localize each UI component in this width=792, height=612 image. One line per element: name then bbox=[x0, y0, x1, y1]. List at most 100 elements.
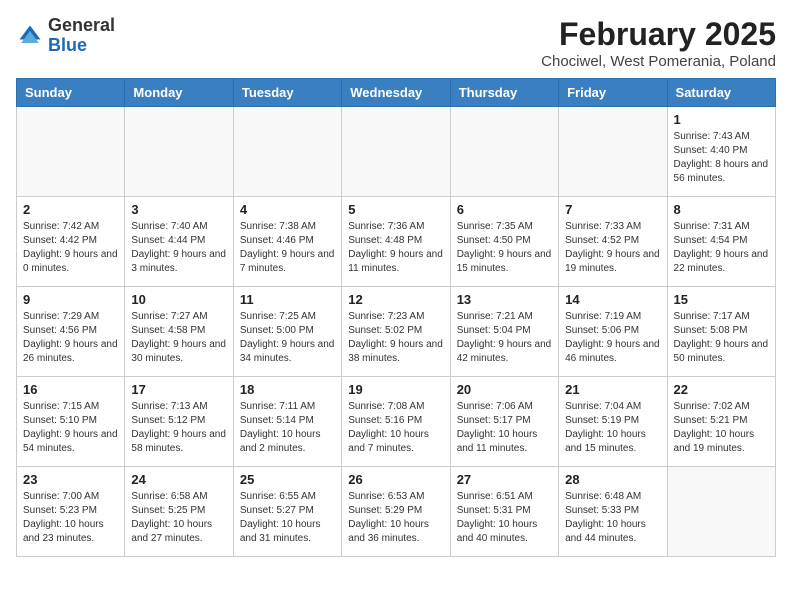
day-info: Sunrise: 6:55 AM Sunset: 5:27 PM Dayligh… bbox=[240, 490, 335, 546]
weekday-header-tuesday: Tuesday bbox=[233, 79, 341, 107]
day-info: Sunrise: 7:31 AM Sunset: 4:54 PM Dayligh… bbox=[674, 220, 769, 276]
day-cell bbox=[17, 107, 125, 197]
day-number: 6 bbox=[457, 202, 552, 217]
day-info: Sunrise: 7:27 AM Sunset: 4:58 PM Dayligh… bbox=[131, 310, 226, 366]
day-number: 23 bbox=[23, 472, 118, 487]
day-number: 3 bbox=[131, 202, 226, 217]
day-cell: 22 Sunrise: 7:02 AM Sunset: 5:21 PM Dayli… bbox=[667, 377, 775, 467]
weekday-header-friday: Friday bbox=[559, 79, 667, 107]
title-block: February 2025 Chociwel, West Pomerania, … bbox=[541, 16, 776, 70]
day-number: 21 bbox=[565, 382, 660, 397]
day-number: 10 bbox=[131, 292, 226, 307]
day-cell: 19 Sunrise: 7:08 AM Sunset: 5:16 PM Dayli… bbox=[342, 377, 450, 467]
day-number: 22 bbox=[674, 382, 769, 397]
week-row-3: 9Sunrise: 7:29 AM Sunset: 4:56 PM Daylig… bbox=[17, 287, 776, 377]
weekday-header-thursday: Thursday bbox=[450, 79, 558, 107]
calendar-table: SundayMondayTuesdayWednesdayThursdayFrid… bbox=[16, 78, 776, 557]
day-cell: 24 Sunrise: 6:58 AM Sunset: 5:25 PM Dayli… bbox=[125, 467, 233, 557]
day-info: Sunrise: 7:04 AM Sunset: 5:19 PM Dayligh… bbox=[565, 400, 660, 456]
day-number: 24 bbox=[131, 472, 226, 487]
day-cell: 28 Sunrise: 6:48 AM Sunset: 5:33 PM Dayli… bbox=[559, 467, 667, 557]
day-info: Sunrise: 7:02 AM Sunset: 5:21 PM Dayligh… bbox=[674, 400, 769, 456]
day-cell: 2 Sunrise: 7:42 AM Sunset: 4:42 PM Daylig… bbox=[17, 197, 125, 287]
day-info: Sunrise: 7:21 AM Sunset: 5:04 PM Dayligh… bbox=[457, 310, 552, 366]
day-cell: 6 Sunrise: 7:35 AM Sunset: 4:50 PM Daylig… bbox=[450, 197, 558, 287]
day-cell: 4 Sunrise: 7:38 AM Sunset: 4:46 PM Daylig… bbox=[233, 197, 341, 287]
day-info: Sunrise: 7:00 AM Sunset: 5:23 PM Dayligh… bbox=[23, 490, 118, 546]
day-number: 14 bbox=[565, 292, 660, 307]
day-cell bbox=[233, 107, 341, 197]
day-info: Sunrise: 7:42 AM Sunset: 4:42 PM Dayligh… bbox=[23, 220, 118, 276]
day-info: Sunrise: 7:13 AM Sunset: 5:12 PM Dayligh… bbox=[131, 400, 226, 456]
day-info: Sunrise: 7:17 AM Sunset: 5:08 PM Dayligh… bbox=[674, 310, 769, 366]
day-cell: 23 Sunrise: 7:00 AM Sunset: 5:23 PM Dayli… bbox=[17, 467, 125, 557]
day-cell: 12 Sunrise: 7:23 AM Sunset: 5:02 PM Dayli… bbox=[342, 287, 450, 377]
day-info: Sunrise: 7:35 AM Sunset: 4:50 PM Dayligh… bbox=[457, 220, 552, 276]
day-cell: 21 Sunrise: 7:04 AM Sunset: 5:19 PM Dayli… bbox=[559, 377, 667, 467]
logo: General Blue bbox=[16, 16, 115, 56]
day-info: Sunrise: 7:29 AM Sunset: 4:56 PM Dayligh… bbox=[23, 310, 118, 366]
day-number: 15 bbox=[674, 292, 769, 307]
day-cell: 16Sunrise: 7:15 AM Sunset: 5:10 PM Dayli… bbox=[17, 377, 125, 467]
day-cell: 14 Sunrise: 7:19 AM Sunset: 5:06 PM Dayli… bbox=[559, 287, 667, 377]
day-info: Sunrise: 7:06 AM Sunset: 5:17 PM Dayligh… bbox=[457, 400, 552, 456]
weekday-header-row: SundayMondayTuesdayWednesdayThursdayFrid… bbox=[17, 79, 776, 107]
day-cell: 17 Sunrise: 7:13 AM Sunset: 5:12 PM Dayli… bbox=[125, 377, 233, 467]
day-info: Sunrise: 6:48 AM Sunset: 5:33 PM Dayligh… bbox=[565, 490, 660, 546]
day-cell bbox=[667, 467, 775, 557]
week-row-1: 1Sunrise: 7:43 AM Sunset: 4:40 PM Daylig… bbox=[17, 107, 776, 197]
weekday-header-wednesday: Wednesday bbox=[342, 79, 450, 107]
day-number: 25 bbox=[240, 472, 335, 487]
day-cell: 26Sunrise: 6:53 AM Sunset: 5:29 PM Dayli… bbox=[342, 467, 450, 557]
day-cell bbox=[125, 107, 233, 197]
day-info: Sunrise: 7:38 AM Sunset: 4:46 PM Dayligh… bbox=[240, 220, 335, 276]
page-header: General Blue February 2025 Chociwel, Wes… bbox=[16, 16, 776, 70]
day-cell: 11 Sunrise: 7:25 AM Sunset: 5:00 PM Dayli… bbox=[233, 287, 341, 377]
day-info: Sunrise: 7:25 AM Sunset: 5:00 PM Dayligh… bbox=[240, 310, 335, 366]
day-info: Sunrise: 7:36 AM Sunset: 4:48 PM Dayligh… bbox=[348, 220, 443, 276]
day-info: Sunrise: 7:15 AM Sunset: 5:10 PM Dayligh… bbox=[23, 400, 118, 456]
day-number: 4 bbox=[240, 202, 335, 217]
day-number: 2 bbox=[23, 202, 118, 217]
day-number: 17 bbox=[131, 382, 226, 397]
day-cell: 25 Sunrise: 6:55 AM Sunset: 5:27 PM Dayli… bbox=[233, 467, 341, 557]
day-cell: 18 Sunrise: 7:11 AM Sunset: 5:14 PM Dayli… bbox=[233, 377, 341, 467]
logo-icon bbox=[16, 22, 44, 50]
logo-blue: Blue bbox=[48, 35, 87, 55]
day-info: Sunrise: 7:08 AM Sunset: 5:16 PM Dayligh… bbox=[348, 400, 443, 456]
week-row-2: 2 Sunrise: 7:42 AM Sunset: 4:42 PM Daylig… bbox=[17, 197, 776, 287]
day-number: 18 bbox=[240, 382, 335, 397]
day-info: Sunrise: 6:53 AM Sunset: 5:29 PM Dayligh… bbox=[348, 490, 443, 546]
day-number: 5 bbox=[348, 202, 443, 217]
day-info: Sunrise: 7:33 AM Sunset: 4:52 PM Dayligh… bbox=[565, 220, 660, 276]
weekday-header-sunday: Sunday bbox=[17, 79, 125, 107]
day-number: 27 bbox=[457, 472, 552, 487]
day-cell: 10 Sunrise: 7:27 AM Sunset: 4:58 PM Dayli… bbox=[125, 287, 233, 377]
day-info: Sunrise: 7:23 AM Sunset: 5:02 PM Dayligh… bbox=[348, 310, 443, 366]
day-number: 12 bbox=[348, 292, 443, 307]
day-number: 28 bbox=[565, 472, 660, 487]
day-info: Sunrise: 7:19 AM Sunset: 5:06 PM Dayligh… bbox=[565, 310, 660, 366]
day-cell: 9Sunrise: 7:29 AM Sunset: 4:56 PM Daylig… bbox=[17, 287, 125, 377]
month-year: February 2025 bbox=[541, 16, 776, 53]
day-info: Sunrise: 7:43 AM Sunset: 4:40 PM Dayligh… bbox=[674, 130, 769, 186]
day-cell: 3 Sunrise: 7:40 AM Sunset: 4:44 PM Daylig… bbox=[125, 197, 233, 287]
day-info: Sunrise: 6:58 AM Sunset: 5:25 PM Dayligh… bbox=[131, 490, 226, 546]
day-info: Sunrise: 7:40 AM Sunset: 4:44 PM Dayligh… bbox=[131, 220, 226, 276]
day-cell: 15 Sunrise: 7:17 AM Sunset: 5:08 PM Dayli… bbox=[667, 287, 775, 377]
day-cell: 5 Sunrise: 7:36 AM Sunset: 4:48 PM Daylig… bbox=[342, 197, 450, 287]
day-cell bbox=[450, 107, 558, 197]
day-cell: 13Sunrise: 7:21 AM Sunset: 5:04 PM Dayli… bbox=[450, 287, 558, 377]
day-number: 11 bbox=[240, 292, 335, 307]
day-number: 20 bbox=[457, 382, 552, 397]
day-cell bbox=[559, 107, 667, 197]
logo-general: General bbox=[48, 15, 115, 35]
logo-text: General Blue bbox=[48, 16, 115, 56]
day-cell: 1Sunrise: 7:43 AM Sunset: 4:40 PM Daylig… bbox=[667, 107, 775, 197]
weekday-header-monday: Monday bbox=[125, 79, 233, 107]
day-number: 8 bbox=[674, 202, 769, 217]
day-cell bbox=[342, 107, 450, 197]
day-cell: 27Sunrise: 6:51 AM Sunset: 5:31 PM Dayli… bbox=[450, 467, 558, 557]
day-info: Sunrise: 7:11 AM Sunset: 5:14 PM Dayligh… bbox=[240, 400, 335, 456]
day-number: 19 bbox=[348, 382, 443, 397]
